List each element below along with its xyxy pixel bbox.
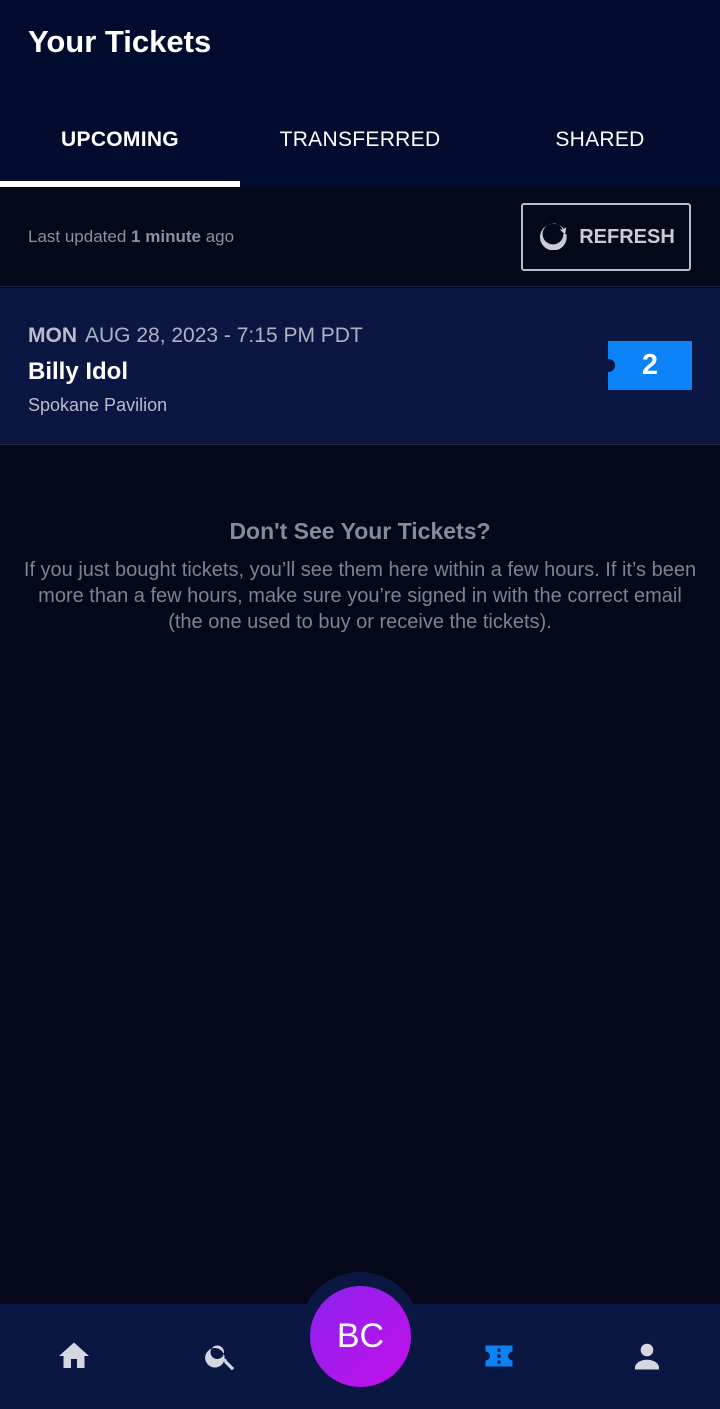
header: Your Tickets UPCOMING TRANSFERRED SHARED	[0, 0, 720, 187]
event-venue: Spokane Pavilion	[28, 395, 168, 415]
nav-search[interactable]	[199, 1336, 243, 1380]
avatar[interactable]: BC	[310, 1286, 411, 1387]
event-day-of-week: MON	[28, 324, 77, 347]
tab-shared[interactable]: SHARED	[480, 110, 720, 187]
refresh-icon	[537, 218, 569, 256]
event-card[interactable]: MON AUG 28, 2023 - 7:15 PM PDT Billy Idol…	[0, 288, 720, 445]
info-body: If you just bought tickets, you’ll see t…	[23, 559, 697, 633]
empty-info: Don't See Your Tickets? If you just boug…	[20, 518, 700, 635]
last-updated-time: 1 minute	[131, 227, 201, 246]
refresh-button[interactable]: REFRESH	[521, 203, 691, 271]
nav-profile[interactable]	[625, 1336, 669, 1380]
profile-icon	[629, 1338, 665, 1379]
last-updated-prefix: Last updated	[28, 227, 127, 246]
tickets-icon	[481, 1338, 517, 1379]
info-title: Don't See Your Tickets?	[229, 518, 491, 544]
home-icon	[56, 1338, 92, 1379]
event-name: Billy Idol	[28, 358, 129, 385]
status-bar: Last updated 1 minute ago REFRESH	[0, 187, 720, 287]
tab-upcoming[interactable]: UPCOMING	[0, 110, 240, 187]
ticket-count-badge: 2	[602, 341, 692, 390]
tab-bar: UPCOMING TRANSFERRED SHARED	[0, 110, 720, 187]
last-updated-suffix: ago	[205, 227, 235, 246]
last-updated-text: Last updated 1 minute ago	[28, 227, 234, 247]
page-title: Your Tickets	[28, 24, 212, 59]
event-date-time: AUG 28, 2023 - 7:15 PM PDT	[85, 324, 363, 347]
nav-home[interactable]	[52, 1336, 96, 1380]
event-date: MON AUG 28, 2023 - 7:15 PM PDT	[28, 324, 363, 348]
nav-tickets[interactable]	[477, 1336, 521, 1380]
tab-transferred[interactable]: TRANSFERRED	[240, 110, 480, 187]
search-icon	[203, 1338, 239, 1379]
refresh-label: REFRESH	[579, 225, 675, 248]
